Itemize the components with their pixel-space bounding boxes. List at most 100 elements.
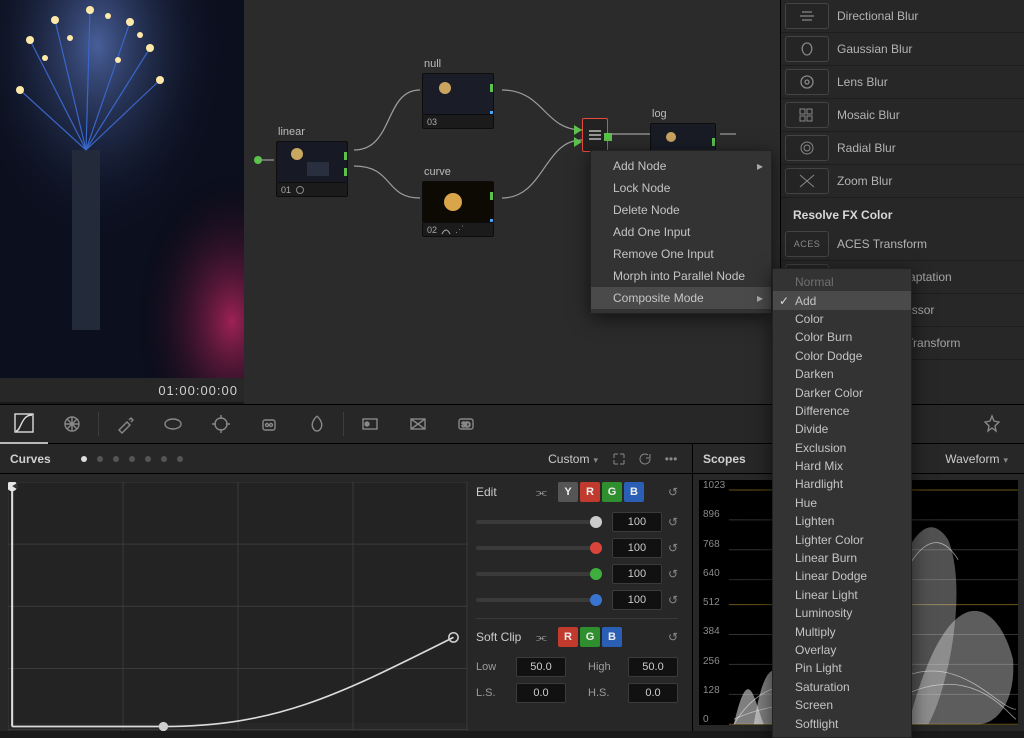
composite-mode-submenu[interactable]: Normal✓AddColorColor BurnColor DodgeDark… [772,268,912,738]
composite-linear-dodge[interactable]: Linear Dodge [773,567,911,585]
fx-item-directional-blur[interactable]: Directional Blur [781,0,1024,33]
node-label: curve [422,166,494,178]
composite-screen[interactable]: Screen [773,696,911,714]
intensity-value[interactable]: 100 [612,538,662,558]
reset-icon[interactable]: ↺ [668,541,678,555]
composite-difference[interactable]: Difference [773,402,911,420]
sc-channel-r[interactable]: R [558,627,578,647]
reset-icon[interactable]: ↺ [668,515,678,529]
composite-softlight[interactable]: Softlight [773,714,911,732]
graph-input[interactable] [254,156,262,164]
link-icon[interactable]: ⫘ [536,485,552,500]
composite-darken[interactable]: Darken [773,365,911,383]
intensity-value[interactable]: 100 [612,590,662,610]
fx-item-aces-transform[interactable]: ACESACES Transform [781,228,1024,261]
ctx-morph-parallel[interactable]: Morph into Parallel Node [591,265,771,287]
ctx-remove-one-input[interactable]: Remove One Input [591,243,771,265]
channel-b-button[interactable]: B [624,482,644,502]
composite-lighter-color[interactable]: Lighter Color [773,530,911,548]
composite-overlay[interactable]: Overlay [773,641,911,659]
fx-item-mosaic-blur[interactable]: Mosaic Blur [781,99,1024,132]
curves-panel: Curves Custom ••• [0,444,693,731]
tool-tracker[interactable] [197,404,245,444]
scopes-title: Scopes [703,452,746,466]
node-layer-mixer[interactable] [582,118,608,152]
composite-hardlight[interactable]: Hardlight [773,475,911,493]
composite-multiply[interactable]: Multiply [773,622,911,640]
composite-darker-color[interactable]: Darker Color [773,383,911,401]
node-null[interactable]: null 03 [422,58,494,129]
intensity-slider-y[interactable] [476,520,602,524]
tool-curves[interactable] [0,404,48,444]
composite-color-dodge[interactable]: Color Dodge [773,347,911,365]
composite-add[interactable]: ✓Add [773,291,911,309]
timecode[interactable]: 01:00:00:00 [158,383,238,398]
ctx-add-one-input[interactable]: Add One Input [591,221,771,243]
tool-3d[interactable]: 3D [442,404,490,444]
composite-pin-light[interactable]: Pin Light [773,659,911,677]
sc-channel-b[interactable]: B [602,627,622,647]
sc-channel-g[interactable]: G [580,627,600,647]
composite-lighten[interactable]: Lighten [773,512,911,530]
reset-icon[interactable]: ↺ [668,567,678,581]
intensity-slider-b[interactable] [476,598,602,602]
tool-fx[interactable] [968,404,1016,444]
composite-hue[interactable]: Hue [773,494,911,512]
node-context-menu[interactable]: Add Node▸ Lock Node Delete Node Add One … [590,150,772,314]
blur-icon [785,3,829,29]
curve-editor[interactable] [8,482,468,723]
reset-icon[interactable] [634,448,656,470]
composite-divide[interactable]: Divide [773,420,911,438]
fx-item-gaussian-blur[interactable]: Gaussian Blur [781,33,1024,66]
sc-ls[interactable]: 0.0 [516,683,566,703]
reset-icon[interactable]: ↺ [668,593,678,607]
tool-magic[interactable] [245,404,293,444]
sc-hs[interactable]: 0.0 [628,683,678,703]
composite-linear-burn[interactable]: Linear Burn [773,549,911,567]
link-icon[interactable]: ⫘ [536,630,552,645]
reset-icon[interactable]: ↺ [668,630,678,644]
composite-color[interactable]: Color [773,310,911,328]
tool-eyedropper[interactable] [101,404,149,444]
sc-high[interactable]: 50.0 [628,657,678,677]
intensity-slider-g[interactable] [476,572,602,576]
channel-r-button[interactable]: R [580,482,600,502]
fx-item-lens-blur[interactable]: Lens Blur [781,66,1024,99]
tool-window[interactable] [149,404,197,444]
composite-normal[interactable]: Normal [773,273,911,291]
sc-low[interactable]: 50.0 [516,657,566,677]
reset-icon[interactable]: ↺ [668,485,678,499]
blur-icon [785,69,829,95]
intensity-value[interactable]: 100 [612,512,662,532]
node-curve[interactable]: curve 02⋰ [422,166,494,237]
composite-linear-light[interactable]: Linear Light [773,586,911,604]
ctx-add-node[interactable]: Add Node▸ [591,155,771,177]
composite-exclusion[interactable]: Exclusion [773,439,911,457]
curves-mode-dropdown[interactable]: Custom [548,452,598,466]
composite-hard-mix[interactable]: Hard Mix [773,457,911,475]
tool-sizing[interactable] [394,404,442,444]
ctx-lock-node[interactable]: Lock Node [591,177,771,199]
fx-item-zoom-blur[interactable]: Zoom Blur [781,165,1024,198]
node-linear[interactable]: linear 01 [276,126,348,197]
tool-key[interactable] [346,404,394,444]
blur-icon [785,36,829,62]
channel-g-button[interactable]: G [602,482,622,502]
fx-item-radial-blur[interactable]: Radial Blur [781,132,1024,165]
edit-label: Edit [476,485,536,499]
viewer[interactable] [0,0,244,378]
options-icon[interactable]: ••• [660,448,682,470]
scopes-mode-dropdown[interactable]: Waveform [945,452,1008,466]
curves-page-dots[interactable] [81,456,183,462]
composite-color-burn[interactable]: Color Burn [773,328,911,346]
ctx-delete-node[interactable]: Delete Node [591,199,771,221]
tool-blur[interactable] [293,404,341,444]
expand-icon[interactable] [608,448,630,470]
intensity-slider-r[interactable] [476,546,602,550]
ctx-composite-mode[interactable]: Composite Mode▸ [591,287,771,309]
composite-saturation[interactable]: Saturation [773,678,911,696]
tool-wheels[interactable] [48,404,96,444]
intensity-value[interactable]: 100 [612,564,662,584]
composite-luminosity[interactable]: Luminosity [773,604,911,622]
channel-y-button[interactable]: Y [558,482,578,502]
